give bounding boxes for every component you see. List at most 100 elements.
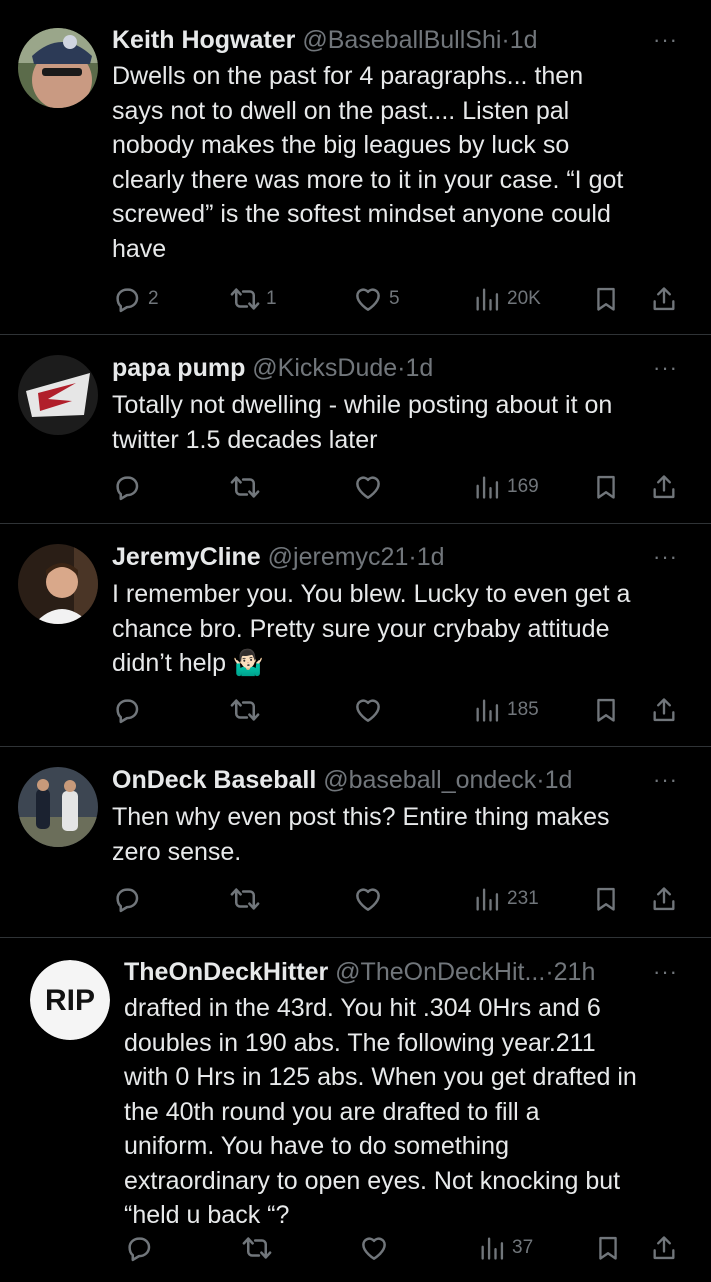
repost-button[interactable]	[230, 695, 260, 725]
views-button[interactable]: 20K	[473, 284, 541, 314]
timestamp[interactable]: 1d	[510, 26, 538, 54]
reply-icon	[112, 284, 142, 314]
share-button[interactable]	[650, 695, 678, 725]
view-count: 20K	[507, 288, 541, 309]
avatar-rip-text: RIP	[45, 984, 95, 1017]
more-icon[interactable]: ···	[653, 29, 678, 51]
tweet-text: Totally not dwelling - while posting abo…	[112, 391, 613, 454]
reply-button[interactable]: 2	[112, 284, 159, 314]
share-icon	[650, 473, 678, 501]
like-button[interactable]: 5	[353, 284, 400, 314]
tweet[interactable]: OnDeck Baseball @baseball_ondeck·1d ··· …	[0, 747, 711, 937]
repost-count: 1	[266, 288, 277, 309]
views-button[interactable]: 231	[473, 884, 539, 914]
like-icon	[353, 472, 383, 502]
timestamp[interactable]: 1d	[417, 543, 445, 571]
more-icon[interactable]: ···	[653, 357, 678, 379]
reply-button[interactable]	[112, 472, 142, 502]
reply-button[interactable]	[112, 884, 142, 914]
like-button[interactable]	[353, 884, 383, 914]
action-bar: 185	[112, 695, 692, 725]
author-name[interactable]: JeremyCline	[112, 543, 261, 571]
bookmark-button[interactable]	[594, 1233, 622, 1263]
tweet-text: Dwells on the past for 4 paragraphs... t…	[112, 62, 624, 263]
share-button[interactable]	[650, 884, 678, 914]
action-bar: 37	[124, 1233, 694, 1263]
share-button[interactable]	[650, 1233, 678, 1263]
like-button[interactable]	[353, 695, 383, 725]
author-handle[interactable]: @baseball_ondeck	[323, 766, 536, 794]
author-name[interactable]: Keith Hogwater	[112, 26, 295, 54]
avatar[interactable]	[18, 767, 98, 847]
more-icon[interactable]: ···	[653, 961, 678, 983]
tweet[interactable]: JeremyCline @jeremyc21·1d ··· I remember…	[0, 524, 711, 746]
repost-button[interactable]	[230, 472, 260, 502]
view-count: 231	[507, 888, 539, 909]
bookmark-icon	[592, 696, 620, 724]
timestamp[interactable]: 1d	[545, 766, 573, 794]
tweet[interactable]: papa pump @KicksDude·1d ··· Totally not …	[0, 335, 711, 523]
like-icon	[353, 695, 383, 725]
bookmark-icon	[592, 885, 620, 913]
like-button[interactable]	[353, 472, 383, 502]
views-icon	[473, 885, 501, 913]
bookmark-icon	[592, 473, 620, 501]
views-button[interactable]: 169	[473, 472, 539, 502]
bookmark-button[interactable]	[592, 695, 620, 725]
timestamp[interactable]: 1d	[406, 354, 434, 382]
repost-button[interactable]	[230, 884, 260, 914]
author-name[interactable]: OnDeck Baseball	[112, 766, 316, 794]
like-icon	[353, 284, 383, 314]
action-bar: 2 1 5 20K	[112, 284, 692, 314]
repost-icon	[230, 472, 260, 502]
author-handle[interactable]: @BaseballBullShi	[302, 26, 501, 54]
separator-dot: ·	[501, 26, 510, 54]
author-name[interactable]: TheOnDeckHitter	[124, 958, 328, 986]
reply-icon	[124, 1233, 154, 1263]
separator-dot: ·	[408, 543, 417, 571]
share-button[interactable]	[650, 284, 678, 314]
avatar[interactable]	[18, 544, 98, 624]
reply-button[interactable]	[112, 695, 142, 725]
bookmark-icon	[592, 285, 620, 313]
action-bar: 169	[112, 472, 692, 502]
bookmark-button[interactable]	[592, 884, 620, 914]
repost-icon	[230, 695, 260, 725]
bookmark-button[interactable]	[592, 472, 620, 502]
reply-icon	[112, 884, 142, 914]
author-handle[interactable]: @jeremyc21	[268, 543, 409, 571]
repost-button[interactable]: 1	[230, 284, 277, 314]
repost-icon	[242, 1233, 272, 1263]
avatar[interactable]	[18, 355, 98, 435]
reply-count: 2	[148, 288, 159, 309]
repost-icon	[230, 284, 260, 314]
views-icon	[473, 473, 501, 501]
separator-dot: ·	[397, 354, 406, 382]
bookmark-button[interactable]	[592, 284, 620, 314]
share-button[interactable]	[650, 472, 678, 502]
view-count: 37	[512, 1237, 534, 1258]
share-icon	[650, 1234, 678, 1262]
reply-icon	[112, 695, 142, 725]
repost-button[interactable]	[242, 1233, 272, 1263]
views-icon	[478, 1234, 506, 1262]
reply-icon	[112, 472, 142, 502]
timestamp[interactable]: 21h	[554, 958, 596, 986]
avatar[interactable]: RIP	[30, 960, 110, 1040]
views-button[interactable]: 185	[473, 695, 539, 725]
avatar[interactable]	[18, 28, 98, 108]
bookmark-icon	[594, 1234, 622, 1262]
like-button[interactable]	[359, 1233, 389, 1263]
separator-dot: ·	[545, 958, 554, 986]
more-icon[interactable]: ···	[653, 546, 678, 568]
repost-icon	[230, 884, 260, 914]
more-icon[interactable]: ···	[653, 769, 678, 791]
author-handle[interactable]: @TheOnDeckHit...	[335, 958, 545, 986]
reply-button[interactable]	[124, 1233, 154, 1263]
tweet[interactable]: Keith Hogwater @BaseballBullShi·1d ··· D…	[0, 0, 711, 334]
author-handle[interactable]: @KicksDude	[252, 354, 397, 382]
separator-dot: ·	[536, 766, 545, 794]
tweet[interactable]: RIP TheOnDeckHitter @TheOnDeckHit...·21h…	[0, 938, 711, 1282]
views-button[interactable]: 37	[478, 1233, 533, 1263]
author-name[interactable]: papa pump	[112, 354, 245, 382]
